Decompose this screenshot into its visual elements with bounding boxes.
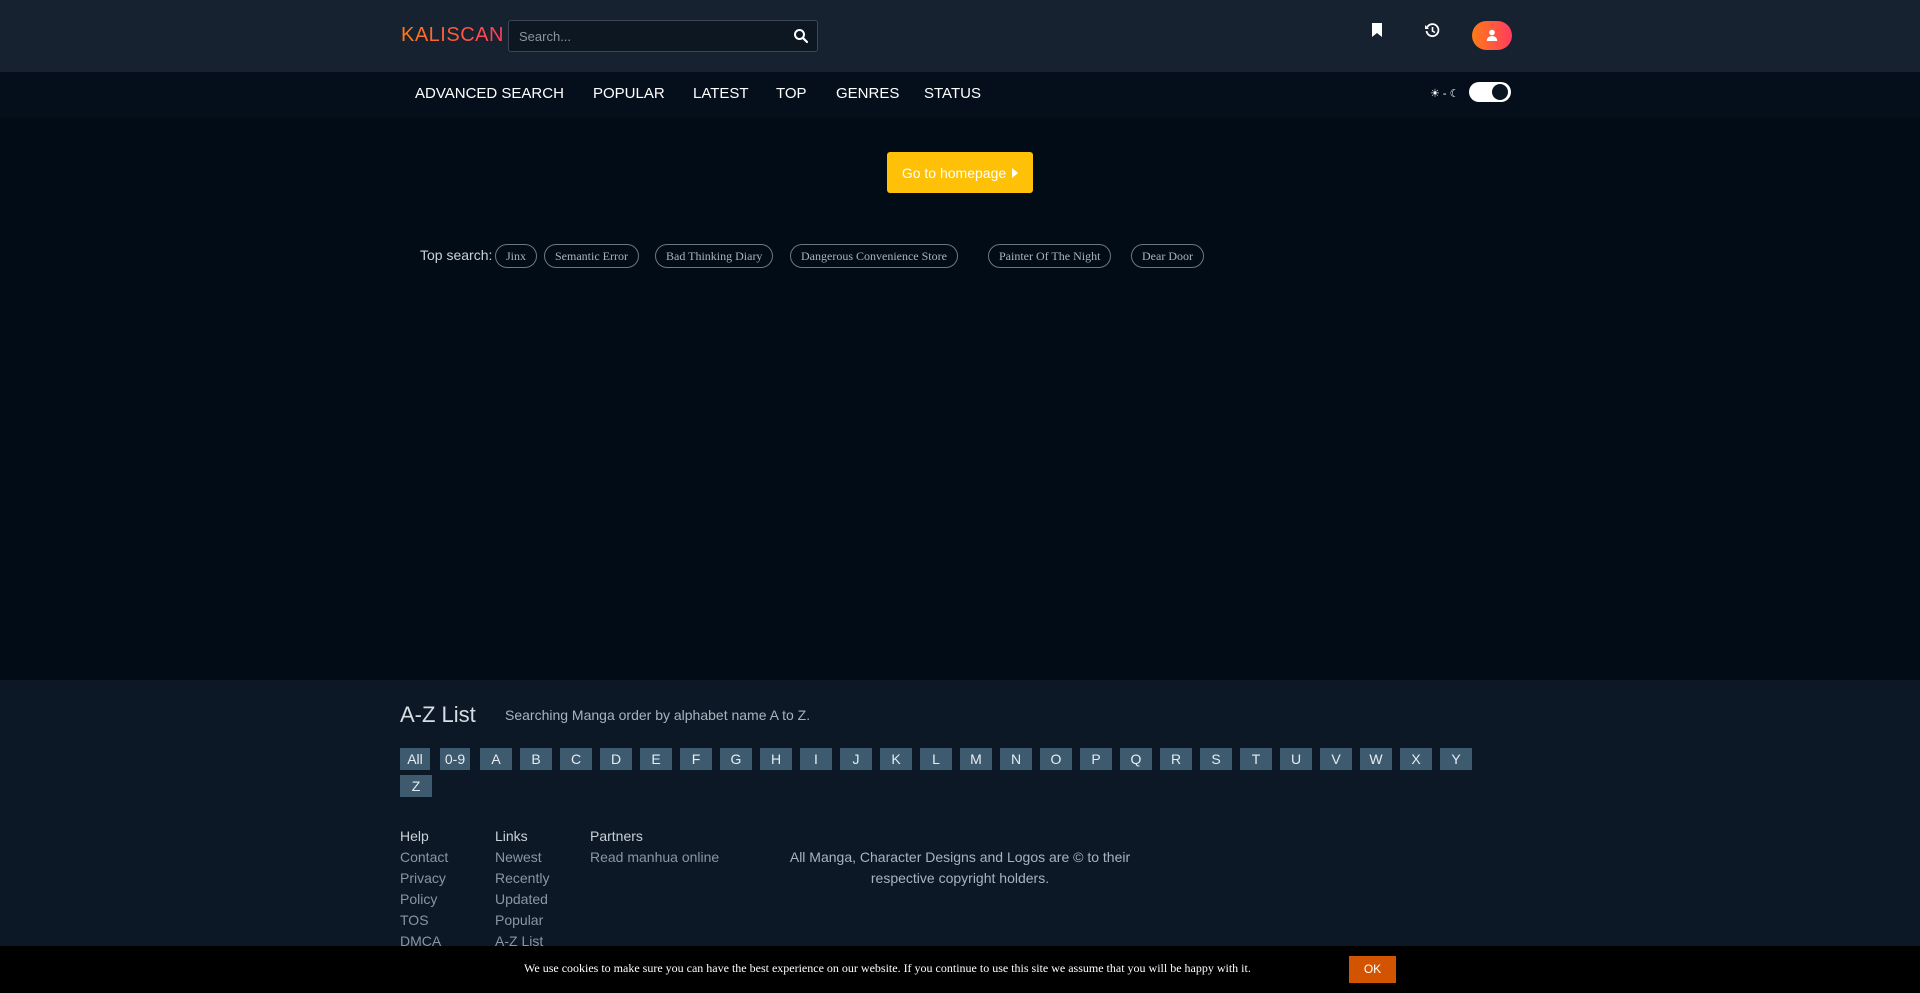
go-to-homepage-button[interactable]: Go to homepage — [887, 152, 1033, 193]
cookie-banner: We use cookies to make sure you can have… — [0, 946, 1920, 993]
az-letter-button[interactable]: V — [1320, 748, 1352, 770]
footer-help-column: Help Contact Privacy Policy TOS DMCA — [400, 826, 448, 952]
top-header: KALISCAN — [0, 0, 1920, 72]
footer-links-title: Links — [495, 828, 528, 844]
footer-link-tos[interactable]: TOS — [400, 910, 448, 931]
footer-partners-column: Partners Read manhua online — [590, 826, 719, 868]
cookie-text: We use cookies to make sure you can have… — [524, 961, 1251, 975]
az-letter-button[interactable]: E — [640, 748, 672, 770]
az-letter-button[interactable]: G — [720, 748, 752, 770]
az-letter-button[interactable]: A — [480, 748, 512, 770]
az-letter-button[interactable]: B — [520, 748, 552, 770]
top-search-chip[interactable]: Dear Door — [1131, 244, 1204, 268]
az-letter-button[interactable]: K — [880, 748, 912, 770]
az-letter-button[interactable]: M — [960, 748, 992, 770]
footer-link-updated[interactable]: Updated — [495, 889, 549, 910]
nav-genres[interactable]: GENRES — [836, 85, 899, 102]
nav-latest[interactable]: LATEST — [693, 85, 749, 102]
site-logo[interactable]: KALISCAN — [401, 24, 504, 47]
az-letter-button[interactable]: R — [1160, 748, 1192, 770]
top-search-chip[interactable]: Bad Thinking Diary — [655, 244, 774, 268]
az-letter-button[interactable]: Q — [1120, 748, 1152, 770]
main-nav: ADVANCED SEARCH POPULAR LATEST TOP GENRE… — [0, 72, 1920, 118]
footer-link-recently[interactable]: Recently — [495, 868, 549, 889]
user-icon — [1486, 29, 1498, 41]
az-letter-button[interactable]: H — [760, 748, 792, 770]
theme-label: ☀ - ☾ — [1430, 88, 1460, 100]
footer-help-title: Help — [400, 828, 429, 844]
az-list-title: A-Z List — [400, 702, 476, 727]
az-letter-button[interactable]: X — [1400, 748, 1432, 770]
az-letter-button[interactable]: C — [560, 748, 592, 770]
az-list-description: Searching Manga order by alphabet name A… — [505, 707, 811, 723]
footer-link-read-manhua[interactable]: Read manhua online — [590, 847, 719, 868]
footer-partners-title: Partners — [590, 828, 643, 844]
az-letter-button[interactable]: All — [400, 748, 430, 770]
az-letter-button[interactable]: I — [800, 748, 832, 770]
az-letter-button[interactable]: J — [840, 748, 872, 770]
footer-link-policy[interactable]: Policy — [400, 889, 448, 910]
az-letter-button[interactable]: O — [1040, 748, 1072, 770]
top-search-label: Top search: — [420, 247, 493, 263]
cookie-ok-button[interactable]: OK — [1349, 956, 1396, 983]
footer-links-column: Links Newest Recently Updated Popular A-… — [495, 826, 549, 952]
az-letter-button[interactable]: Y — [1440, 748, 1472, 770]
top-search-chip[interactable]: Semantic Error — [544, 244, 639, 268]
az-letter-button[interactable]: U — [1280, 748, 1312, 770]
az-letter-button[interactable]: S — [1200, 748, 1232, 770]
az-letter-button[interactable]: Z — [400, 775, 432, 797]
home-button-label: Go to homepage — [901, 164, 1007, 181]
az-letter-button[interactable]: P — [1080, 748, 1112, 770]
footer-link-popular[interactable]: Popular — [495, 910, 549, 931]
nav-popular[interactable]: POPULAR — [593, 85, 665, 102]
top-search-chip[interactable]: Jinx — [495, 244, 538, 268]
search-input[interactable] — [509, 21, 779, 51]
nav-advanced-search[interactable]: ADVANCED SEARCH — [415, 85, 564, 102]
footer-link-newest[interactable]: Newest — [495, 847, 549, 868]
nav-status[interactable]: STATUS — [924, 85, 981, 102]
footer-link-privacy[interactable]: Privacy — [400, 868, 448, 889]
footer-link-contact[interactable]: Contact — [400, 847, 448, 868]
copyright-text: All Manga, Character Designs and Logos a… — [789, 849, 1131, 886]
az-letter-button[interactable]: F — [680, 748, 712, 770]
user-menu-button[interactable] — [1472, 21, 1512, 50]
az-letter-button[interactable]: N — [1000, 748, 1032, 770]
nav-top[interactable]: TOP — [776, 85, 807, 102]
bookmark-icon[interactable] — [1370, 22, 1386, 40]
az-letter-button[interactable]: 0-9 — [440, 748, 470, 770]
dark-mode-toggle[interactable] — [1469, 82, 1511, 102]
history-icon[interactable] — [1424, 22, 1440, 40]
top-search-chip[interactable]: Painter Of The Night — [988, 244, 1112, 268]
search-icon[interactable] — [793, 28, 809, 44]
az-letter-button[interactable]: D — [600, 748, 632, 770]
az-letter-button[interactable]: L — [920, 748, 952, 770]
search-box — [508, 20, 818, 52]
top-search-chip[interactable]: Dangerous Convenience Store — [790, 244, 958, 268]
az-letter-button[interactable]: W — [1360, 748, 1392, 770]
caret-right-icon — [1012, 167, 1019, 178]
az-letter-button[interactable]: T — [1240, 748, 1272, 770]
